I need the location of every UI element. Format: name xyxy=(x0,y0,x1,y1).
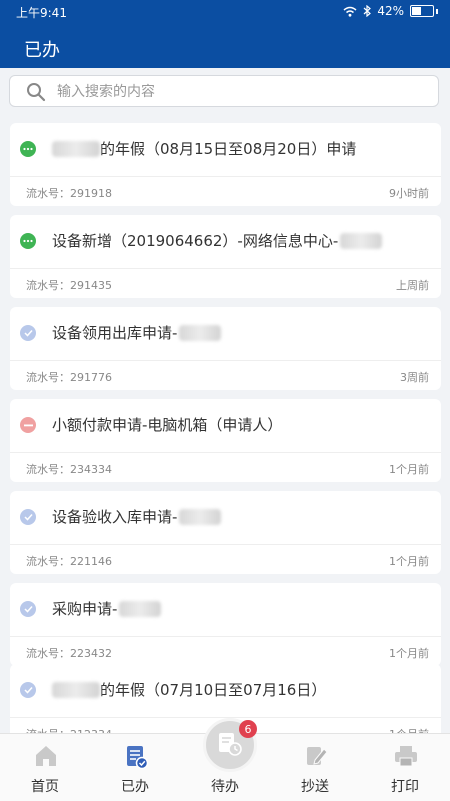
item-serial: 流水号：291918 xyxy=(26,185,112,201)
item-serial: 流水号：212334 xyxy=(26,726,112,733)
approved-check-icon xyxy=(20,682,36,698)
blurred-name xyxy=(179,508,222,525)
item-divider xyxy=(10,176,441,177)
blurred-name xyxy=(179,324,222,341)
page-title: 已办 xyxy=(24,40,60,61)
serial-label: 流水号： xyxy=(26,555,70,568)
tab-print[interactable]: 打印 xyxy=(360,734,450,801)
blurred-name xyxy=(340,232,383,249)
item-serial: 流水号：234334 xyxy=(26,461,112,477)
item-divider xyxy=(10,544,441,545)
in-progress-icon xyxy=(20,233,36,249)
blurred-name xyxy=(52,681,100,698)
todo-clock-icon xyxy=(219,733,242,756)
serial-number: 291776 xyxy=(70,371,112,384)
search-bar[interactable] xyxy=(9,75,439,107)
item-title-row: 设备验收入库申请- xyxy=(52,506,222,527)
list-item[interactable]: 小额付款申请-电脑机箱（申请人） 流水号：234334 1个月前 xyxy=(10,399,441,482)
item-title: 采购申请- xyxy=(52,600,118,618)
serial-label: 流水号： xyxy=(26,463,70,476)
item-title-row: 采购申请- xyxy=(52,598,162,619)
item-serial: 流水号：223432 xyxy=(26,645,112,661)
item-serial: 流水号：291435 xyxy=(26,277,112,293)
status-time: 上午9:41 xyxy=(16,6,67,20)
tab-cc-label: 抄送 xyxy=(301,779,329,795)
blurred-name xyxy=(52,140,100,157)
serial-label: 流水号： xyxy=(26,187,70,200)
status-icons: 42% xyxy=(343,4,438,18)
item-time: 上周前 xyxy=(396,279,429,292)
item-divider xyxy=(10,452,441,453)
serial-number: 223432 xyxy=(70,647,112,660)
item-title-row: 设备新增（2019064662）-网络信息中心- xyxy=(52,230,383,251)
approved-check-icon xyxy=(20,601,36,617)
tab-todo-label: 待办 xyxy=(211,779,239,795)
item-title: 设备新增（2019064662）-网络信息中心- xyxy=(52,232,339,250)
item-time: 1个月前 xyxy=(389,555,429,568)
search-input[interactable] xyxy=(55,80,419,104)
serial-number: 291435 xyxy=(70,279,112,292)
battery-percent: 42% xyxy=(377,4,404,18)
serial-label: 流水号： xyxy=(26,279,70,292)
done-doc-icon xyxy=(127,746,149,770)
serial-number: 221146 xyxy=(70,555,112,568)
item-title: 设备领用出库申请- xyxy=(52,324,178,342)
todo-badge: 6 xyxy=(239,720,257,738)
list-item[interactable]: 的年假（08月15日至08月20日）申请流水号：291918 9小时前 xyxy=(10,123,441,206)
list-item[interactable]: 采购申请- 流水号：223432 1个月前 xyxy=(10,583,441,666)
tab-home[interactable]: 首页 xyxy=(0,734,90,801)
item-time: 3周前 xyxy=(400,371,429,384)
item-title: 小额付款申请-电脑机箱（申请人） xyxy=(52,416,283,434)
serial-label: 流水号： xyxy=(26,647,70,660)
battery-icon xyxy=(410,5,434,17)
cc-edit-icon xyxy=(307,747,328,765)
item-divider xyxy=(10,636,441,637)
item-title-row: 的年假（08月15日至08月20日）申请 xyxy=(52,138,356,159)
tab-done[interactable]: 已办 xyxy=(90,734,180,801)
tab-cc[interactable]: 抄送 xyxy=(270,734,360,801)
home-icon xyxy=(36,746,56,766)
search-icon xyxy=(27,83,46,102)
blurred-name xyxy=(119,600,162,617)
item-time: 1个月前 xyxy=(389,463,429,476)
done-list: 的年假（08月15日至08月20日）申请 流水号：291918 9小时前 设备新增（2… xyxy=(10,123,441,733)
approved-check-icon xyxy=(20,325,36,341)
nav-bar: 已办 xyxy=(0,24,450,68)
in-progress-icon xyxy=(20,141,36,157)
tab-home-label: 首页 xyxy=(31,779,59,795)
item-title: 的年假（08月15日至08月20日）申请 xyxy=(100,140,357,158)
serial-label: 流水号： xyxy=(26,371,70,384)
status-bar: 上午9:41 42% xyxy=(0,0,450,24)
item-title-row: 小额付款申请-电脑机箱（申请人） xyxy=(52,414,282,435)
wifi-icon xyxy=(343,6,357,17)
item-title-row: 设备领用出库申请- xyxy=(52,322,222,343)
list-item[interactable]: 设备验收入库申请- 流水号：221146 1个月前 xyxy=(10,491,441,574)
item-time: 1个月前 xyxy=(389,726,429,733)
item-time: 1个月前 xyxy=(389,647,429,660)
item-title-row: 的年假（07月10日至07月16日） xyxy=(52,679,326,700)
item-serial: 流水号：221146 xyxy=(26,553,112,569)
bluetooth-icon xyxy=(363,5,372,17)
printer-icon xyxy=(395,746,417,767)
serial-number: 234334 xyxy=(70,463,112,476)
approved-check-icon xyxy=(20,509,36,525)
list-item[interactable]: 设备新增（2019064662）-网络信息中心- 流水号：291435 上周前 xyxy=(10,215,441,298)
list-item[interactable]: 设备领用出库申请- 流水号：291776 3周前 xyxy=(10,307,441,390)
item-serial: 流水号：291776 xyxy=(26,369,112,385)
item-title: 的年假（07月10日至07月16日） xyxy=(100,681,327,699)
tab-print-label: 打印 xyxy=(391,779,419,795)
tab-done-label: 已办 xyxy=(121,779,149,795)
serial-number: 291918 xyxy=(70,187,112,200)
item-time: 9小时前 xyxy=(389,187,429,200)
item-divider xyxy=(10,360,441,361)
item-divider xyxy=(10,268,441,269)
rejected-minus-icon xyxy=(20,417,36,433)
item-title: 设备验收入库申请- xyxy=(52,508,178,526)
